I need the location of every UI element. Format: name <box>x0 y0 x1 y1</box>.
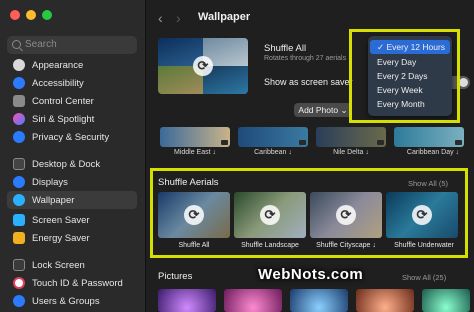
screen-saver-label: Show as screen saver <box>264 77 353 87</box>
sidebar-item-privacy-security[interactable]: Privacy & Security <box>7 128 137 146</box>
sidebar-item-lock-screen[interactable]: Lock Screen <box>7 256 137 274</box>
forward-button[interactable]: › <box>176 10 181 26</box>
wallpaper-thumb[interactable] <box>238 127 308 147</box>
sidebar-item-siri-spotlight[interactable]: Siri & Spotlight <box>7 110 137 128</box>
thumb-label: Nile Delta ↓ <box>333 149 369 156</box>
rotation-description: Rotates through 27 aerials <box>264 55 347 62</box>
sidebar-item-label: Desktop & Dock <box>32 158 101 170</box>
sidebar-item-label: Energy Saver <box>32 232 90 244</box>
highlight-frame <box>349 29 460 123</box>
show-all-pictures-link[interactable]: Show All (25) <box>402 273 446 282</box>
zoom-button[interactable] <box>42 10 52 20</box>
sidebar-item-desktop-dock[interactable]: Desktop & Dock <box>7 155 137 173</box>
sidebar-item-touch-id[interactable]: Touch ID & Password <box>7 274 137 292</box>
picture-thumb[interactable] <box>158 289 216 312</box>
close-button[interactable] <box>10 10 20 20</box>
wallpaper-thumb[interactable] <box>316 127 386 147</box>
back-button[interactable]: ‹ <box>158 10 163 26</box>
picture-thumb[interactable] <box>290 289 348 312</box>
sidebar-item-label: Wallpaper <box>32 194 75 206</box>
sidebar-item-label: Privacy & Security <box>32 131 110 143</box>
watermark: WebNots.com <box>258 266 364 283</box>
settings-window: Search Appearance Accessibility Control … <box>0 0 474 312</box>
thumb-label: Middle East ↓ <box>173 149 217 156</box>
lock-icon <box>13 259 25 271</box>
sidebar-item-displays[interactable]: Displays <box>7 173 137 191</box>
fingerprint-icon <box>13 277 25 289</box>
sidebar-item-wallpaper[interactable]: Wallpaper <box>7 191 137 209</box>
sidebar-item-label: Displays <box>32 176 68 188</box>
sidebar-item-accessibility[interactable]: Accessibility <box>7 74 137 92</box>
picture-thumb[interactable] <box>422 289 470 312</box>
wallpaper-thumb[interactable] <box>160 127 230 147</box>
sidebar: Search Appearance Accessibility Control … <box>0 0 146 312</box>
siri-icon <box>13 113 25 125</box>
appearance-icon <box>13 59 25 71</box>
battery-icon <box>13 232 25 244</box>
control-center-icon <box>13 95 25 107</box>
add-photo-button[interactable]: Add Photo ⌄ <box>294 103 352 117</box>
shuffle-icon: ⟳ <box>193 56 213 76</box>
search-placeholder: Search <box>25 39 57 50</box>
page-title: Wallpaper <box>198 11 251 23</box>
video-icon <box>299 140 306 145</box>
picture-thumb[interactable] <box>356 289 414 312</box>
add-photo-label: Add Photo <box>298 105 339 115</box>
sidebar-item-label: Accessibility <box>32 77 84 89</box>
sidebar-item-label: Lock Screen <box>32 259 85 271</box>
search-icon <box>12 40 21 49</box>
dock-icon <box>13 158 25 170</box>
window-controls <box>10 10 52 20</box>
sidebar-item-users-groups[interactable]: Users & Groups <box>7 292 137 310</box>
sidebar-item-label: Appearance <box>32 59 84 71</box>
hand-icon <box>13 131 25 143</box>
wallpaper-icon <box>13 194 25 206</box>
section-title-pictures: Pictures <box>158 271 193 282</box>
sidebar-item-appearance[interactable]: Appearance <box>7 56 137 74</box>
sidebar-item-label: Control Center <box>32 95 94 107</box>
sidebar-item-label: Siri & Spotlight <box>32 113 95 125</box>
main-pane: ‹ › Wallpaper ⟳ Shuffle All Rotates thro… <box>146 0 474 312</box>
search-input[interactable]: Search <box>7 36 137 54</box>
accessibility-icon <box>13 77 25 89</box>
sidebar-item-label: Screen Saver <box>32 214 90 226</box>
screen-saver-icon <box>13 214 25 226</box>
shuffle-label: Shuffle All <box>264 43 307 54</box>
users-icon <box>13 295 25 307</box>
sidebar-item-label: Touch ID & Password <box>32 277 123 289</box>
sidebar-item-screen-saver[interactable]: Screen Saver <box>7 211 137 229</box>
thumb-label: Caribbean ↓ <box>254 149 292 156</box>
displays-icon <box>13 176 25 188</box>
sidebar-item-energy-saver[interactable]: Energy Saver <box>7 229 137 247</box>
video-icon <box>221 140 228 145</box>
highlight-frame <box>150 168 468 258</box>
picture-thumb[interactable] <box>224 289 282 312</box>
wallpaper-thumb[interactable] <box>394 127 464 147</box>
video-icon <box>455 140 462 145</box>
minimize-button[interactable] <box>26 10 36 20</box>
sidebar-item-control-center[interactable]: Control Center <box>7 92 137 110</box>
current-wallpaper-preview: ⟳ <box>158 38 248 94</box>
sidebar-item-label: Users & Groups <box>32 295 100 307</box>
video-icon <box>377 140 384 145</box>
thumb-label: Caribbean Day ↓ <box>406 149 460 156</box>
